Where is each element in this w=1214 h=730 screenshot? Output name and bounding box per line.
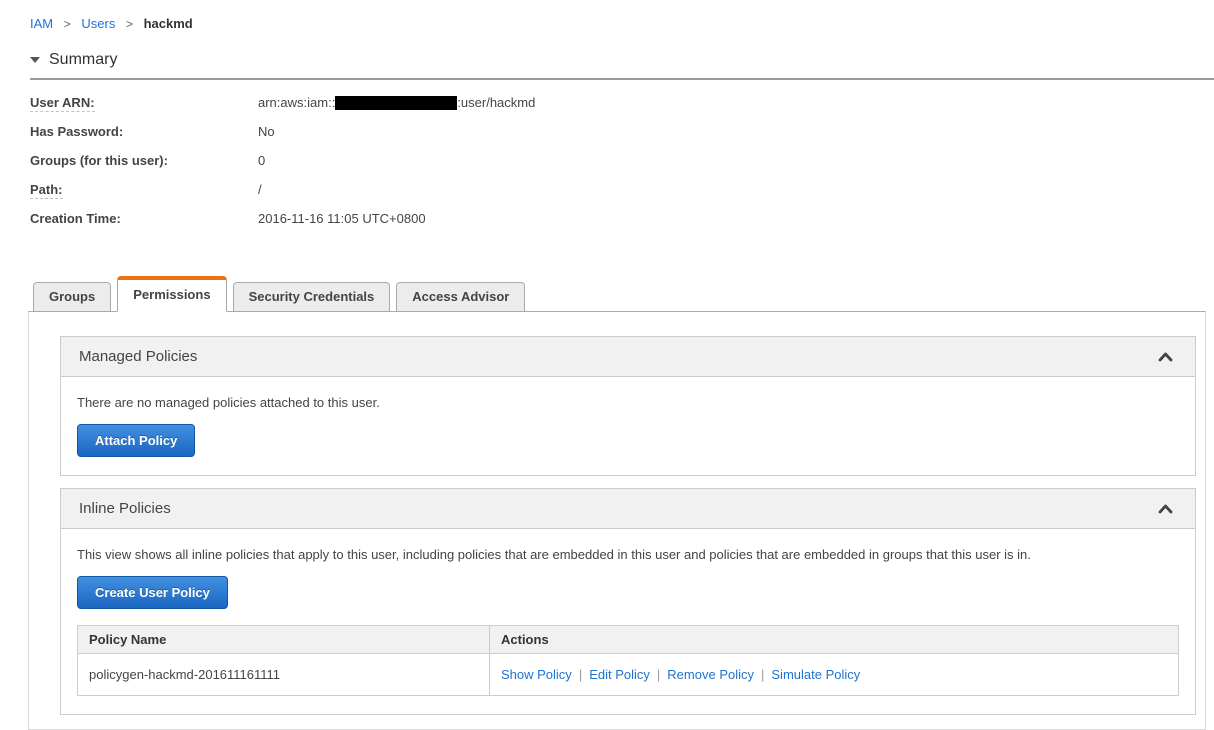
field-value-user-arn: arn:aws:iam:::user/hackmd bbox=[258, 96, 535, 110]
breadcrumb: IAM > Users > hackmd bbox=[30, 16, 1214, 31]
arn-suffix: :user/hackmd bbox=[457, 95, 536, 110]
attach-policy-button[interactable]: Attach Policy bbox=[77, 424, 196, 457]
table-header-row: Policy Name Actions bbox=[77, 625, 1179, 654]
breadcrumb-current-user: hackmd bbox=[143, 16, 193, 31]
tab-groups[interactable]: Groups bbox=[33, 282, 112, 312]
table-row: policygen-hackmd-201611161111 Show Polic… bbox=[77, 653, 1179, 696]
summary-collapse-header[interactable]: Summary bbox=[30, 51, 160, 69]
tab-access-advisor[interactable]: Access Advisor bbox=[396, 282, 526, 312]
field-label-groups: Groups (for this user): bbox=[30, 153, 168, 168]
inline-policies-title: Inline Policies bbox=[79, 500, 171, 517]
inline-policies-header: Inline Policies bbox=[61, 489, 1195, 529]
redaction-box bbox=[335, 96, 458, 110]
field-value-path: / bbox=[258, 182, 262, 197]
edit-policy-link[interactable]: Edit Policy bbox=[589, 667, 650, 682]
simulate-policy-link[interactable]: Simulate Policy bbox=[771, 667, 860, 682]
summary-title: Summary bbox=[49, 51, 118, 68]
field-value-groups: 0 bbox=[258, 153, 266, 168]
inline-policies-table: Policy Name Actions policygen-hackmd-201… bbox=[77, 625, 1179, 696]
breadcrumb-link-users[interactable]: Users bbox=[81, 16, 115, 31]
field-row-path: Path: / bbox=[30, 182, 1214, 199]
field-row-creation-time: Creation Time: 2016-11-16 11:05 UTC+0800 bbox=[30, 212, 1214, 226]
field-label-user-arn: User ARN: bbox=[30, 95, 95, 112]
breadcrumb-separator: > bbox=[63, 17, 71, 31]
chevron-up-icon bbox=[1158, 352, 1173, 361]
column-header-policy-name: Policy Name bbox=[77, 625, 490, 654]
column-header-actions: Actions bbox=[489, 625, 1179, 654]
breadcrumb-link-iam[interactable]: IAM bbox=[30, 16, 53, 31]
inline-policies-section: Inline Policies This view shows all inli… bbox=[60, 488, 1196, 715]
inline-policies-body: This view shows all inline policies that… bbox=[61, 529, 1195, 714]
actions-separator: | bbox=[656, 667, 661, 682]
managed-policies-body: There are no managed policies attached t… bbox=[61, 377, 1195, 475]
managed-policies-collapse-toggle[interactable] bbox=[1154, 348, 1177, 366]
field-row-user-arn: User ARN: arn:aws:iam:::user/hackmd bbox=[30, 95, 1214, 112]
summary-divider bbox=[30, 78, 1214, 80]
field-value-creation-time: 2016-11-16 11:05 UTC+0800 bbox=[258, 211, 426, 226]
actions-separator: | bbox=[761, 667, 765, 682]
tab-security-credentials[interactable]: Security Credentials bbox=[232, 282, 391, 312]
show-policy-link[interactable]: Show Policy bbox=[501, 667, 572, 682]
field-label-has-password: Has Password: bbox=[30, 124, 124, 139]
managed-policies-title: Managed Policies bbox=[79, 348, 198, 365]
field-row-has-password: Has Password: No bbox=[30, 125, 1214, 139]
field-row-groups: Groups (for this user): 0 bbox=[30, 154, 1214, 168]
permissions-tab-panel: Managed Policies There are no managed po… bbox=[28, 311, 1206, 730]
inline-policies-collapse-toggle[interactable] bbox=[1154, 500, 1177, 518]
arn-prefix: arn:aws:iam:: bbox=[258, 95, 336, 110]
breadcrumb-separator: > bbox=[125, 17, 133, 31]
managed-policies-empty-text: There are no managed policies attached t… bbox=[77, 395, 380, 410]
inline-policies-description: This view shows all inline policies that… bbox=[77, 547, 1031, 562]
remove-policy-link[interactable]: Remove Policy bbox=[667, 667, 754, 682]
policy-name-cell: policygen-hackmd-201611161111 bbox=[77, 653, 490, 696]
managed-policies-header: Managed Policies bbox=[61, 337, 1195, 377]
chevron-up-icon bbox=[1158, 504, 1173, 513]
actions-separator: | bbox=[578, 667, 583, 682]
caret-down-icon bbox=[30, 57, 40, 63]
policy-actions-cell: Show Policy | Edit Policy | Remove Policy | Si… bbox=[489, 653, 1179, 696]
tab-bar: Groups Permissions Security Credentials … bbox=[33, 276, 1214, 312]
tab-permissions[interactable]: Permissions bbox=[117, 276, 227, 312]
field-label-creation-time: Creation Time: bbox=[30, 211, 121, 226]
summary-fields: User ARN: arn:aws:iam:::user/hackmd Has … bbox=[30, 95, 1214, 226]
field-label-path: Path: bbox=[30, 182, 63, 199]
managed-policies-section: Managed Policies There are no managed po… bbox=[60, 336, 1196, 476]
create-user-policy-button[interactable]: Create User Policy bbox=[77, 576, 228, 609]
field-value-has-password: No bbox=[258, 124, 275, 139]
